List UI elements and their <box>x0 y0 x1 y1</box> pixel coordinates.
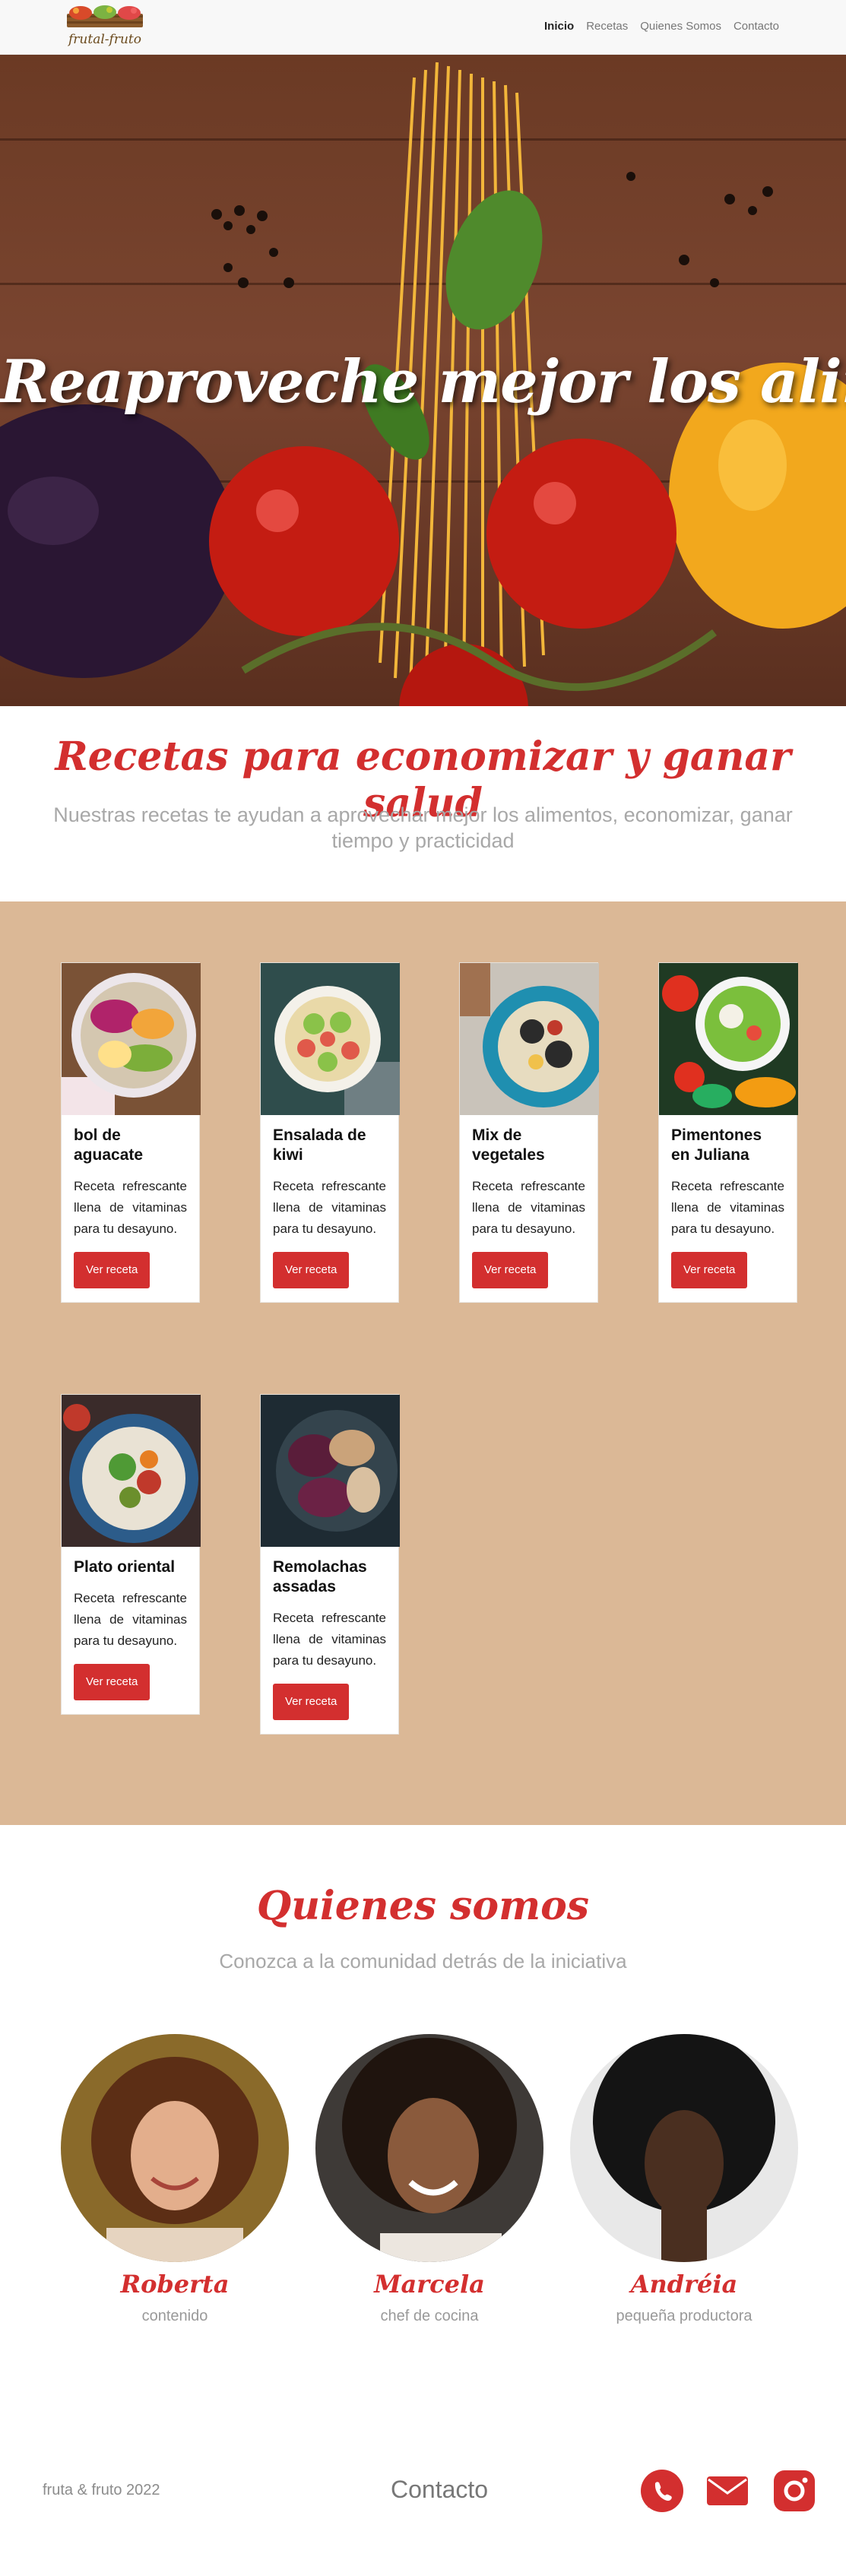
member-photo-marcela <box>315 2034 543 2262</box>
whatsapp-icon[interactable] <box>640 2469 684 2513</box>
member-name: Roberta <box>120 2270 230 2299</box>
member-name: Marcela <box>374 2270 485 2299</box>
member-name: Andréia <box>630 2270 738 2299</box>
team-member: Andréia pequeña productora <box>570 2034 798 2325</box>
recipes-section-subtitle: Nuestras recetas te ayudan a aprovechar … <box>53 803 793 852</box>
recipe-description: Receta refrescante llena de vitaminas pa… <box>671 1179 784 1236</box>
about-section-subtitle: Conozca a la comunidad detrás de la inic… <box>219 1950 627 1972</box>
recipe-card: Plato oriental Receta refrescante llena … <box>61 1394 201 1715</box>
recipes-grid: bol de aguacate Receta refrescante llena… <box>0 901 846 1825</box>
recipe-image-vegetable-mix <box>460 963 599 1115</box>
recipe-card: Ensalada de kiwi Receta refrescante llen… <box>260 962 400 1303</box>
about-section: Quienes somos Conozca a la comunidad det… <box>0 1825 846 2324</box>
team-member: Roberta contenido <box>61 2034 289 2325</box>
member-photo-andreia <box>570 2034 798 2262</box>
recipe-card: bol de aguacate Receta refrescante llena… <box>61 962 201 1303</box>
view-recipe-button[interactable]: Ver receta <box>273 1684 350 1720</box>
member-role: chef de cocina <box>380 2308 479 2324</box>
footer-contact-label: Contacto <box>391 2476 489 2503</box>
member-photo-roberta <box>61 2034 289 2262</box>
recipe-title: bol de aguacate <box>74 1126 144 1164</box>
recipe-image-roasted-beets <box>261 1395 400 1547</box>
nav-item-contacto[interactable]: Contacto <box>727 18 785 35</box>
recipe-title: Ensalada de kiwi <box>273 1126 366 1164</box>
view-recipe-button[interactable]: Ver receta <box>74 1252 151 1288</box>
fruit-crate-logo-icon <box>67 5 143 27</box>
recipe-card-body: Ensalada de kiwi Receta refrescante llen… <box>261 1115 398 1302</box>
logo[interactable]: frutal-fruto <box>65 5 144 50</box>
nav-item-recetas[interactable]: Recetas <box>580 18 634 35</box>
recipe-description: Receta refrescante llena de vitaminas pa… <box>74 1179 187 1236</box>
recipe-title: Plato oriental <box>74 1558 176 1576</box>
nav-item-quienes-somos[interactable]: Quienes Somos <box>634 18 727 35</box>
view-recipe-button[interactable]: Ver receta <box>273 1252 350 1288</box>
instagram-icon[interactable] <box>772 2469 816 2513</box>
recipe-title: Pimentones en Juliana <box>671 1126 762 1164</box>
recipe-card: Pimentones en Juliana Receta refrescante… <box>658 962 798 1303</box>
recipe-description: Receta refrescante llena de vitaminas pa… <box>273 1179 386 1236</box>
hero-banner: Reaproveche mejor los alimentos <box>0 55 846 706</box>
recipe-card: Remolachas assadas Receta refrescante ll… <box>260 1394 400 1735</box>
footer-copyright: fruta & fruto 2022 <box>43 2482 160 2498</box>
recipe-image-avocado-bowl <box>62 963 201 1115</box>
recipe-image-kiwi-salad <box>261 963 400 1115</box>
recipe-image-julienne-peppers <box>659 963 798 1115</box>
recipe-card-body: Plato oriental Receta refrescante llena … <box>62 1547 199 1714</box>
footer: fruta & fruto 2022 Contacto <box>0 2448 846 2532</box>
member-role: pequeña productora <box>616 2308 753 2324</box>
view-recipe-button[interactable]: Ver receta <box>671 1252 748 1288</box>
team-member: Marcela chef de cocina <box>315 2034 543 2325</box>
recipe-card: Mix de vegetales Receta refrescante llen… <box>459 962 599 1303</box>
navbar: frutal-fruto Inicio Recetas Quienes Somo… <box>0 0 846 55</box>
recipe-image-oriental-plate <box>62 1395 201 1547</box>
recipe-card-body: Remolachas assadas Receta refrescante ll… <box>261 1547 398 1734</box>
recipes-intro: Recetas para economizar y ganar salud Nu… <box>0 706 846 901</box>
recipe-description: Receta refrescante llena de vitaminas pa… <box>74 1591 187 1648</box>
logo-text: frutal-fruto <box>68 32 141 47</box>
recipe-title: Remolachas assadas <box>273 1558 367 1595</box>
recipe-card-body: Pimentones en Juliana Receta refrescante… <box>659 1115 797 1302</box>
member-role: contenido <box>141 2308 208 2324</box>
about-section-title: Quienes somos <box>256 1883 590 1929</box>
nav-item-inicio[interactable]: Inicio <box>538 18 580 35</box>
recipe-title: Mix de vegetales <box>472 1126 545 1164</box>
email-icon[interactable] <box>705 2469 749 2513</box>
recipe-card-body: Mix de vegetales Receta refrescante llen… <box>460 1115 597 1302</box>
recipe-card-body: bol de aguacate Receta refrescante llena… <box>62 1115 199 1302</box>
recipe-description: Receta refrescante llena de vitaminas pa… <box>472 1179 585 1236</box>
view-recipe-button[interactable]: Ver receta <box>74 1664 151 1700</box>
hero-title: Reaproveche mejor los alimentos <box>0 347 846 417</box>
view-recipe-button[interactable]: Ver receta <box>472 1252 549 1288</box>
recipe-description: Receta refrescante llena de vitaminas pa… <box>273 1611 386 1668</box>
nav-links: Inicio Recetas Quienes Somos Contacto <box>538 18 785 35</box>
